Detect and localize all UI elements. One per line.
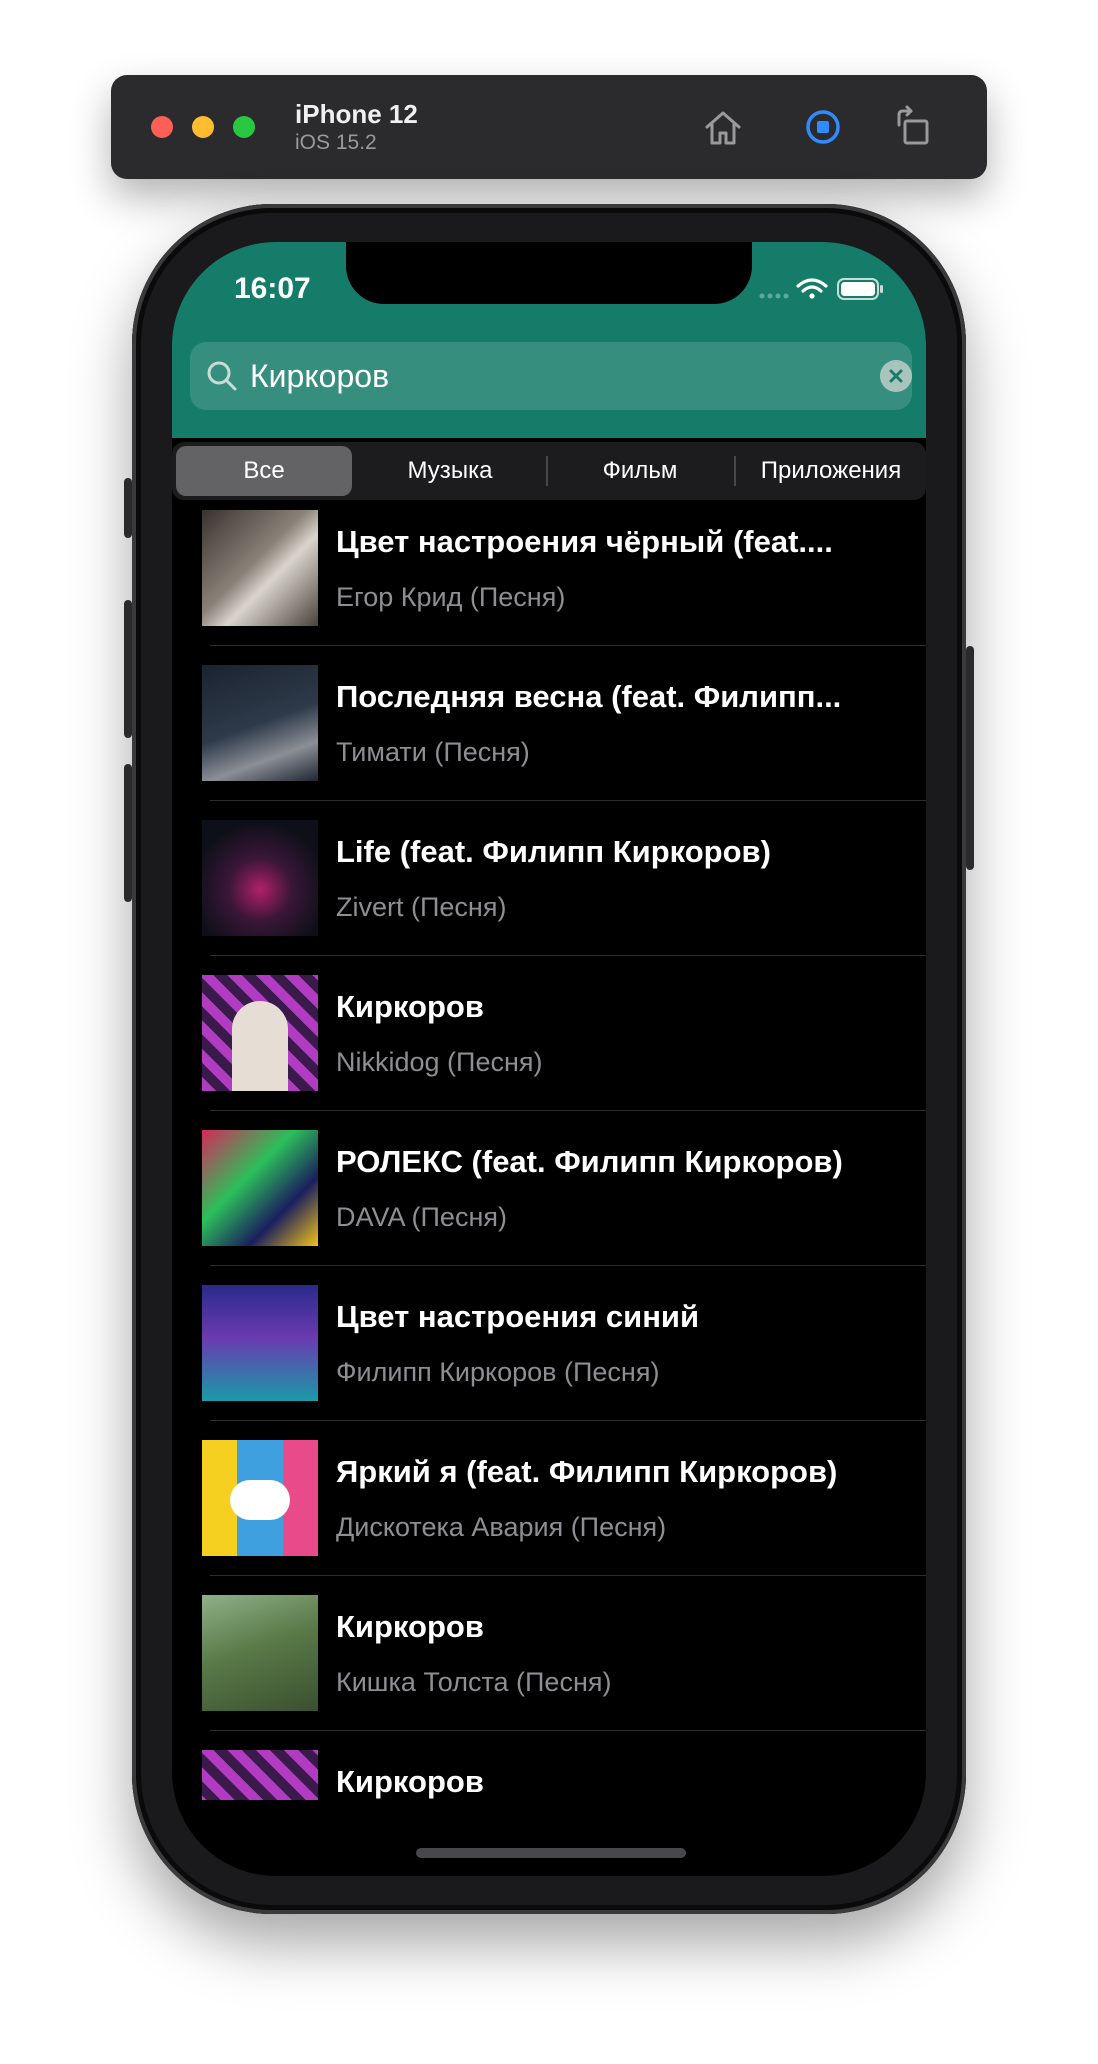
signal-icon <box>759 293 789 299</box>
rotate-icon[interactable] <box>891 105 935 149</box>
item-subtitle: Филипп Киркоров (Песня) <box>336 1357 660 1387</box>
list-item[interactable]: Цвет настроения синий Филипп Киркоров (П… <box>172 1285 926 1440</box>
wifi-icon <box>796 278 828 299</box>
item-subtitle: Кишка Толста (Песня) <box>336 1667 612 1697</box>
home-indicator[interactable] <box>416 1848 686 1858</box>
volume-up-button <box>124 600 132 738</box>
album-art <box>202 975 318 1091</box>
list-item[interactable]: РОЛЕКС (feat. Филипп Киркоров) DAVA (Пес… <box>172 1130 926 1285</box>
item-title: Цвет настроения синий <box>336 1299 700 1334</box>
list-item[interactable]: Цвет настроения чёрный (feat.... Егор Кр… <box>172 510 926 665</box>
search-field[interactable]: Киркоров <box>190 342 912 410</box>
segment-music[interactable]: Музыка <box>360 446 540 496</box>
item-title: Яркий я (feat. Филипп Киркоров) <box>336 1454 838 1489</box>
segment-all[interactable]: Все <box>176 446 352 496</box>
album-art <box>202 1750 318 1800</box>
item-title: Киркоров <box>336 1609 484 1644</box>
list-item[interactable]: Киркоров Nikkidog (Песня) <box>172 975 926 1130</box>
home-icon[interactable] <box>701 105 745 149</box>
item-title: Киркоров <box>336 989 484 1024</box>
list-item[interactable]: Яркий я (feat. Филипп Киркоров) Дискотек… <box>172 1440 926 1595</box>
segment-film[interactable]: Фильм <box>550 446 730 496</box>
zoom-window-button[interactable] <box>233 116 255 138</box>
list-item[interactable]: Киркоров <box>172 1750 926 1800</box>
album-art <box>202 665 318 781</box>
status-icons <box>759 278 883 300</box>
row-separator <box>210 955 926 956</box>
segment-apps[interactable]: Приложения <box>736 446 926 496</box>
album-art <box>202 820 318 936</box>
album-art <box>202 510 318 626</box>
battery-icon <box>837 278 883 300</box>
volume-down-button <box>124 764 132 902</box>
row-separator <box>210 1265 926 1266</box>
list-item[interactable]: Киркоров Кишка Толста (Песня) <box>172 1595 926 1750</box>
row-separator <box>210 800 926 801</box>
item-title: Киркоров <box>336 1764 484 1799</box>
power-button <box>966 646 974 870</box>
item-subtitle: Zivert (Песня) <box>336 892 507 922</box>
simulator-toolbar: iPhone 12 iOS 15.2 <box>111 75 987 179</box>
notch <box>346 242 752 304</box>
search-query[interactable]: Киркоров <box>250 358 389 395</box>
item-title: РОЛЕКС (feat. Филипп Киркоров) <box>336 1144 843 1179</box>
item-title: Цвет настроения чёрный (feat.... <box>336 524 833 559</box>
screenshot-icon[interactable] <box>801 105 845 149</box>
results-list: Цвет настроения чёрный (feat.... Егор Кр… <box>172 510 926 1800</box>
row-separator <box>210 1110 926 1111</box>
album-art <box>202 1130 318 1246</box>
row-separator <box>210 1575 926 1576</box>
list-item[interactable]: Последняя весна (feat. Филипп... Тимати … <box>172 665 926 820</box>
clear-search-icon[interactable] <box>880 360 912 392</box>
phone-screen: 16:07 Киркоров Все Музыка Фильм Приложен… <box>172 242 926 1876</box>
row-separator <box>210 645 926 646</box>
list-item[interactable]: Life (feat. Филипп Киркоров) Zivert (Пес… <box>172 820 926 975</box>
item-subtitle: Егор Крид (Песня) <box>336 582 566 612</box>
os-version: iOS 15.2 <box>295 131 377 154</box>
category-segmented-control: Все Музыка Фильм Приложения <box>172 442 926 500</box>
device-name: iPhone 12 <box>295 99 418 129</box>
album-art <box>202 1595 318 1711</box>
segment-divider <box>546 456 548 486</box>
album-art <box>202 1440 318 1556</box>
minimize-window-button[interactable] <box>192 116 214 138</box>
row-separator <box>210 1420 926 1421</box>
item-title: Последняя весна (feat. Филипп... <box>336 679 842 714</box>
silent-switch <box>124 478 132 538</box>
row-separator <box>210 1730 926 1731</box>
item-subtitle: Тимати (Песня) <box>336 737 530 767</box>
search-icon <box>207 361 237 391</box>
item-subtitle: Nikkidog (Песня) <box>336 1047 543 1077</box>
item-subtitle: Дискотека Авария (Песня) <box>336 1512 667 1542</box>
album-art <box>202 1285 318 1401</box>
item-subtitle: DAVA (Песня) <box>336 1202 507 1232</box>
close-window-button[interactable] <box>151 116 173 138</box>
status-time: 16:07 <box>234 272 311 305</box>
item-title: Life (feat. Филипп Киркоров) <box>336 834 771 869</box>
